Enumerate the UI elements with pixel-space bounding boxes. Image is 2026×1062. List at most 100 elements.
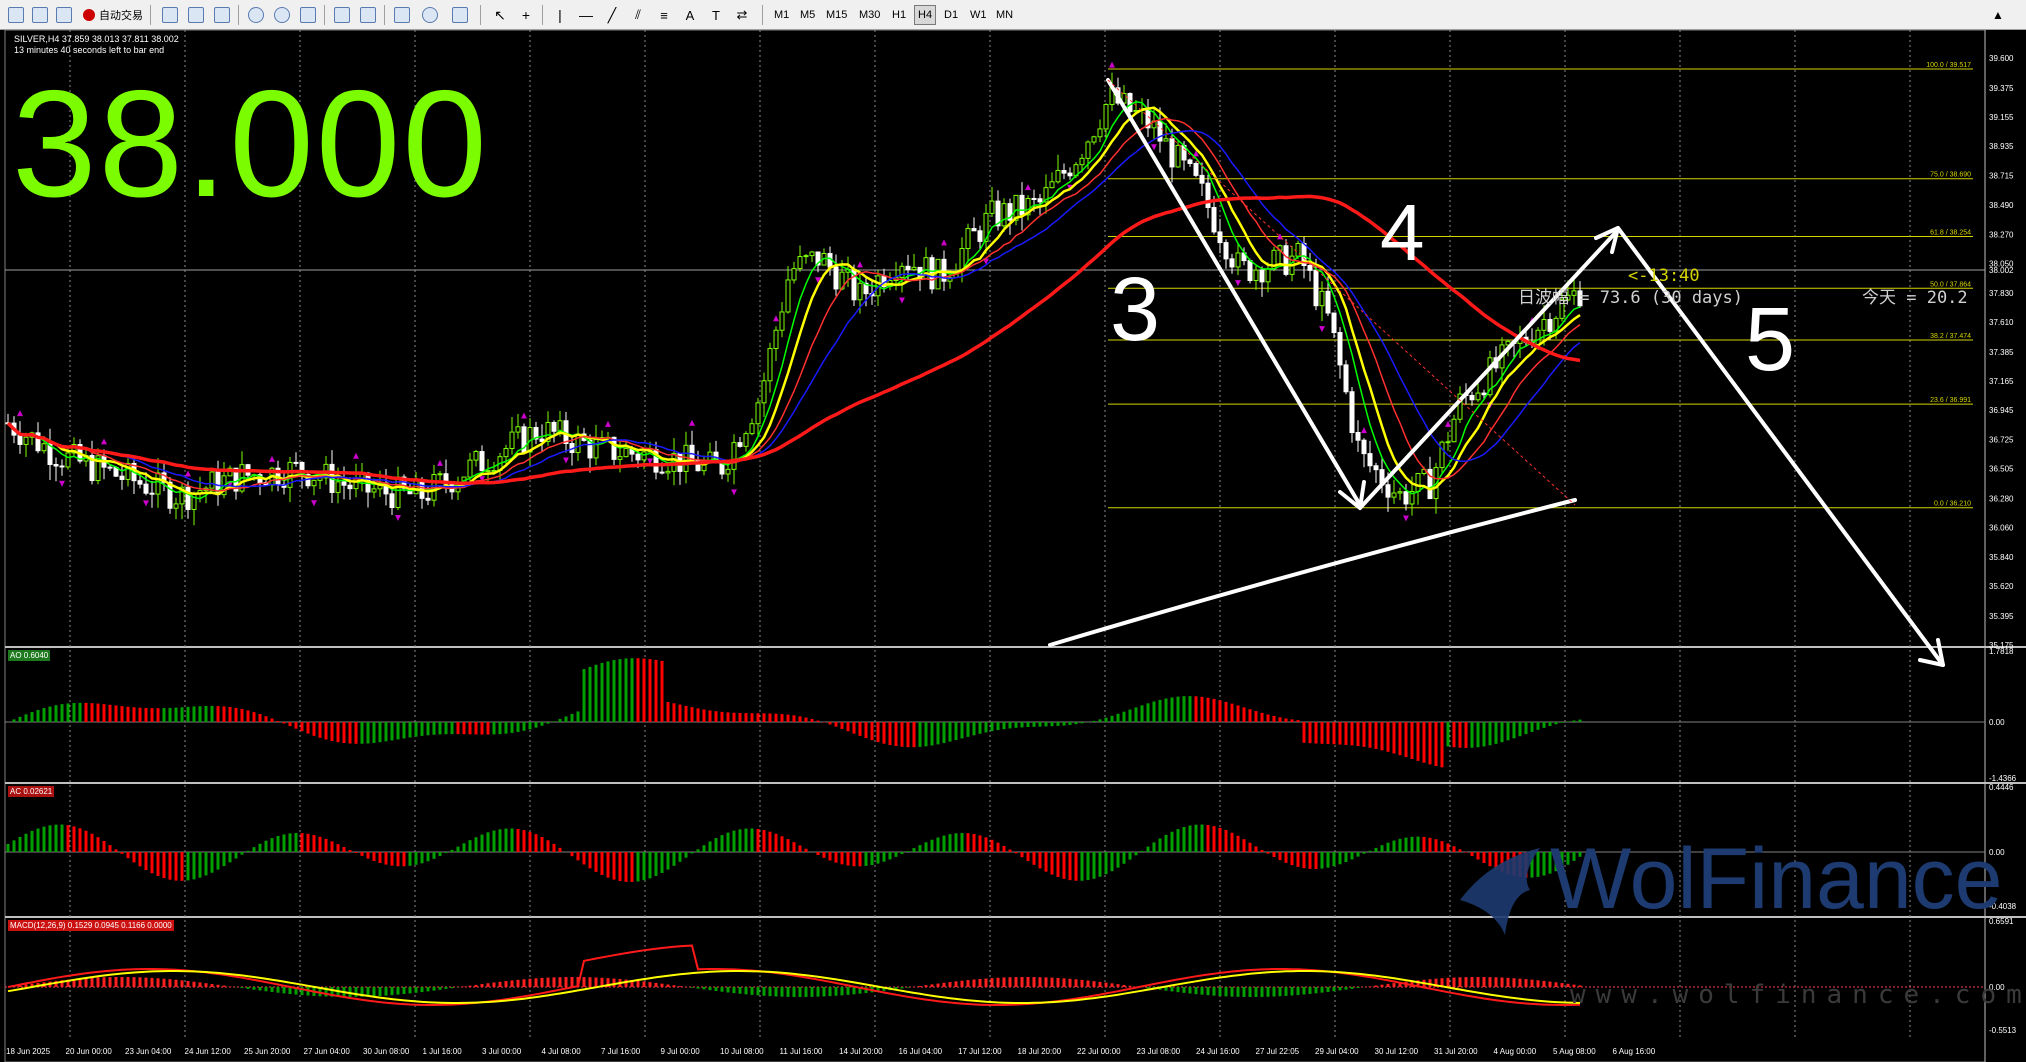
time-axis-label: 18 Jun 2025 <box>6 1047 51 1056</box>
fractal-marker <box>1235 280 1241 287</box>
timeframe-h1[interactable]: H1 <box>888 5 910 25</box>
price-axis-label: 39.600 <box>1989 54 2014 63</box>
candle-body <box>977 230 983 242</box>
minimize-icon[interactable]: ▲ <box>1988 5 2008 25</box>
autotrading-label: 自动交易 <box>99 10 143 22</box>
candle-body <box>353 477 359 490</box>
candle-body <box>623 447 629 458</box>
bar-chart-icon[interactable] <box>160 5 180 25</box>
candle-body <box>1199 174 1205 184</box>
candle-body <box>1259 269 1265 283</box>
candle-body <box>467 459 473 478</box>
timeframe-m1[interactable]: M1 <box>770 5 793 25</box>
fractal-marker <box>857 261 863 268</box>
candle-body <box>797 256 803 270</box>
timeframe-m30[interactable]: M30 <box>855 5 884 25</box>
fractal-marker <box>1025 184 1031 191</box>
candle-body <box>1223 242 1229 260</box>
candle-body <box>515 426 521 433</box>
candle-body <box>1049 181 1055 189</box>
macd_panel-axis-label: -0.5513 <box>1989 1026 2017 1035</box>
price-axis-label: 39.155 <box>1989 113 2014 122</box>
cursor-icon[interactable]: ↖ <box>490 5 510 25</box>
time-axis-label: 23 Jul 08:00 <box>1137 1047 1181 1056</box>
candle-body <box>1229 258 1235 268</box>
candle-body <box>1097 128 1103 138</box>
fib-level-label: 61.8 / 38.254 <box>1930 230 1971 237</box>
toolbar-separator <box>238 5 239 25</box>
time-axis-label: 27 Jun 04:00 <box>304 1047 351 1056</box>
line-chart-icon[interactable] <box>212 5 232 25</box>
autotrading-button[interactable]: 自动交易 <box>80 5 146 25</box>
chart-area[interactable]: 39.600 39.375 39.155 38.935 38.715 38.490 38.2… <box>0 30 2026 1062</box>
timeframe-m5[interactable]: M5 <box>796 5 819 25</box>
candle-body <box>41 443 47 452</box>
fractal-marker <box>185 470 191 477</box>
new-chart-icon[interactable] <box>6 5 26 25</box>
arrows-icon[interactable]: ⇄ <box>732 5 752 25</box>
market-watch-icon[interactable] <box>54 5 74 25</box>
candle-body <box>737 442 743 447</box>
periods-icon[interactable] <box>420 5 440 25</box>
vertical-line-icon[interactable]: | <box>550 5 570 25</box>
candlestick-icon[interactable] <box>186 5 206 25</box>
price-axis-label: 35.395 <box>1989 612 2014 621</box>
price-axis-label: 38.715 <box>1989 171 2014 180</box>
candle-body <box>65 452 71 468</box>
candle-body <box>503 447 509 458</box>
candle-body <box>755 402 761 425</box>
time-axis-label: 31 Jul 20:00 <box>1434 1047 1478 1056</box>
candle-body <box>905 265 911 271</box>
zoom-out-icon[interactable] <box>272 5 292 25</box>
candle-body <box>1253 269 1259 282</box>
candle-body <box>1469 394 1475 401</box>
price-axis-label: 37.610 <box>1989 318 2014 327</box>
time-axis-label: 6 Aug 16:00 <box>1613 1047 1656 1056</box>
profiles-icon[interactable] <box>30 5 50 25</box>
channel-icon[interactable]: ⫽ <box>628 5 648 25</box>
candle-body <box>425 497 431 501</box>
time-axis-label: 30 Jun 08:00 <box>363 1047 410 1056</box>
time-axis-label: 7 Jul 16:00 <box>601 1047 641 1056</box>
candle-body <box>989 200 995 214</box>
templates-icon[interactable] <box>450 5 470 25</box>
support-trendline <box>1048 498 1577 647</box>
trendline-icon[interactable]: ╱ <box>602 5 622 25</box>
fractal-marker <box>395 514 401 521</box>
candle-body <box>743 433 749 447</box>
candle-body <box>1391 492 1397 498</box>
candle-body <box>1541 319 1547 331</box>
horizontal-line-icon[interactable]: — <box>576 5 596 25</box>
chart-shift-icon[interactable] <box>332 5 352 25</box>
candle-body <box>17 434 23 445</box>
autoscroll-icon[interactable] <box>358 5 378 25</box>
tile-windows-icon[interactable] <box>298 5 318 25</box>
ao_panel-axis-label: 0.00 <box>1989 718 2005 727</box>
candle-body <box>485 470 491 473</box>
time-axis-label: 29 Jul 04:00 <box>1315 1047 1359 1056</box>
indicators-icon[interactable] <box>392 5 412 25</box>
fib-level-label: 100.0 / 39.517 <box>1926 62 1971 69</box>
candle-body <box>473 451 479 461</box>
candle-body <box>1217 231 1223 244</box>
fibonacci-icon[interactable]: ≡ <box>654 5 674 25</box>
candle-body <box>371 488 377 493</box>
timeframe-w1[interactable]: W1 <box>966 5 991 25</box>
candle-body <box>1031 197 1037 200</box>
timeframe-m15[interactable]: M15 <box>822 5 851 25</box>
ac_panel-axis-label: 0.4446 <box>1989 783 2014 792</box>
price-axis-label: 38.490 <box>1989 201 2014 210</box>
timeframe-h4[interactable]: H4 <box>914 5 937 25</box>
zoom-in-icon[interactable] <box>246 5 266 25</box>
text-icon[interactable]: A <box>680 5 700 25</box>
fractal-marker <box>1319 326 1325 333</box>
timeframe-mn[interactable]: MN <box>992 5 1017 25</box>
time-axis-label: 4 Jul 08:00 <box>542 1047 582 1056</box>
wave-label-3: 3 <box>1110 260 1160 360</box>
candle-body <box>1547 319 1553 332</box>
timeframe-d1[interactable]: D1 <box>940 5 962 25</box>
candle-body <box>173 503 179 509</box>
candle-body <box>809 251 815 257</box>
crosshair-icon[interactable]: + <box>516 5 536 25</box>
label-icon[interactable]: T <box>706 5 726 25</box>
